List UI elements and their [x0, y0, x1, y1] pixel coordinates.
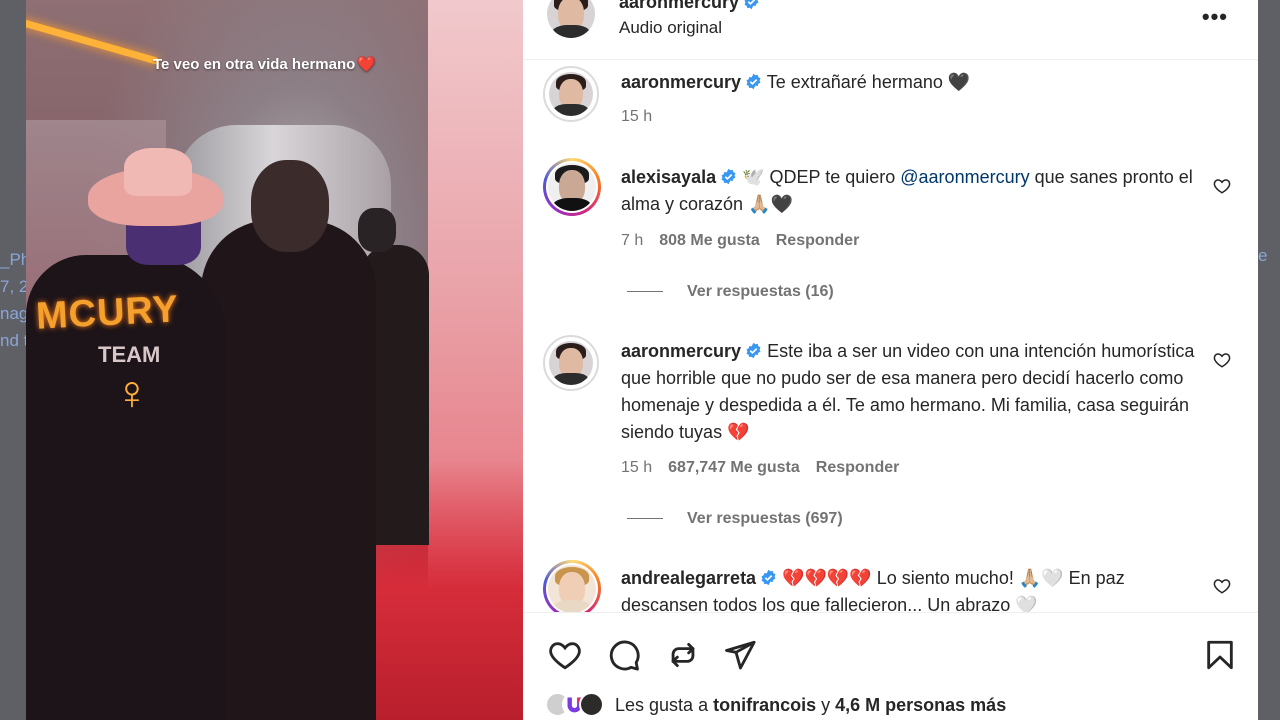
caption-comment: aaronmercury Te extrañaré hermano 🖤 15 h — [523, 66, 1258, 136]
post-actions — [523, 612, 1258, 692]
view-replies-label[interactable]: Ver respuestas (16) — [687, 283, 834, 300]
comment-username[interactable]: andrealegarreta — [621, 568, 756, 588]
scene-light — [26, 18, 160, 65]
comment-username[interactable]: aaronmercury — [621, 341, 741, 361]
likes-middle: y — [816, 695, 836, 715]
story-ring — [543, 560, 601, 612]
comment-meta: 15 h — [621, 108, 668, 126]
comment-likes[interactable]: 687,747 Me gusta — [668, 459, 800, 476]
backdrop-text: _Ph — [0, 250, 26, 269]
comment-meta: 15 h 687,747 Me gusta Responder — [621, 459, 915, 477]
comment-text: alexisayala 🕊️ QDEP te quiero @aaronmerc… — [621, 164, 1206, 218]
verified-icon — [744, 0, 759, 10]
author-username[interactable]: aaronmercury — [619, 0, 760, 13]
like-comment-heart-icon[interactable] — [1213, 577, 1231, 595]
replies-divider — [627, 518, 663, 520]
video-caption-text: Te veo en otra vida hermano — [153, 56, 356, 73]
comment-username[interactable]: alexisayala — [621, 167, 716, 187]
comment-meta: 7 h 808 Me gusta Responder — [621, 232, 875, 250]
save-bookmark-icon[interactable] — [1203, 638, 1237, 672]
post-panel: aaronmercury Audio original ••• aaronmer… — [523, 0, 1258, 720]
view-replies-button[interactable]: Ver respuestas (697) — [627, 510, 843, 528]
avatar-ring — [543, 66, 599, 122]
comment-item: alexisayala 🕊️ QDEP te quiero @aaronmerc… — [523, 158, 1258, 308]
comment-likes[interactable]: 808 Me gusta — [659, 232, 759, 249]
person-figure — [201, 220, 376, 720]
like-heart-icon[interactable] — [548, 638, 582, 672]
story-ring — [543, 158, 601, 216]
comment-item: aaronmercury Este iba a ser un video con… — [523, 335, 1258, 535]
comment-username[interactable]: aaronmercury — [621, 72, 741, 92]
post-header: aaronmercury Audio original ••• — [523, 0, 1258, 60]
commenter-avatar[interactable] — [548, 565, 596, 612]
video-caption: Te veo en otra vida hermano ❤️ — [153, 55, 376, 73]
replies-divider — [627, 291, 663, 293]
heart-emoji: ❤️ — [357, 56, 376, 73]
reply-button[interactable]: Responder — [816, 459, 900, 476]
backdrop-text: e — [1258, 246, 1268, 265]
comment-time[interactable]: 7 h — [621, 232, 643, 249]
author-avatar[interactable] — [547, 0, 595, 38]
comment-body: Te extrañaré hermano 🖤 — [766, 72, 971, 92]
venus-symbol: ♀ — [114, 367, 150, 420]
liker-avatar[interactable] — [579, 692, 604, 717]
jacket-print: MCURY — [34, 288, 180, 338]
repost-icon[interactable] — [666, 638, 700, 672]
backdrop-text: nd t — [0, 331, 26, 350]
share-send-icon[interactable] — [723, 638, 757, 672]
view-replies-button[interactable]: Ver respuestas (16) — [627, 283, 834, 301]
verified-icon — [761, 569, 776, 586]
comment-body: 🕊️ QDEP te quiero — [742, 167, 901, 187]
likes-text: Les gusta a tonifrancois y 4,6 M persona… — [615, 695, 1006, 715]
comment-text: andrealegarreta 💔💔💔💔 Lo siento mucho! 🙏🏼… — [621, 565, 1206, 612]
backdrop-text: nag — [0, 304, 26, 323]
comment-text: aaronmercury Te extrañaré hermano 🖤 — [621, 69, 1206, 96]
person-head — [251, 160, 329, 252]
mention-link[interactable]: @aaronmercury — [900, 167, 1029, 187]
reply-button[interactable]: Responder — [776, 232, 860, 249]
backdrop-gutter: e — [1258, 0, 1280, 720]
cowboy-hat-crown — [124, 148, 192, 196]
likes-summary: Les gusta a tonifrancois y 4,6 M persona… — [545, 692, 1006, 720]
person-head — [358, 208, 396, 252]
backdrop-text: 7, 2 — [0, 277, 26, 296]
liker-username[interactable]: tonifrancois — [713, 695, 816, 715]
jacket-team-print: TEAM — [98, 342, 161, 367]
comment-time[interactable]: 15 h — [621, 108, 652, 125]
author-username-text[interactable]: aaronmercury — [619, 0, 739, 12]
comment-item: andrealegarreta 💔💔💔💔 Lo siento mucho! 🙏🏼… — [523, 558, 1258, 612]
verified-icon — [746, 73, 761, 90]
likes-prefix: Les gusta a — [615, 695, 714, 715]
reel-video[interactable]: MCURY TEAM ♀ Te veo en otra vida hermano… — [26, 0, 523, 720]
verified-icon — [721, 168, 736, 185]
view-replies-label[interactable]: Ver respuestas (697) — [687, 510, 843, 527]
comment-text: aaronmercury Este iba a ser un video con… — [621, 338, 1206, 446]
like-comment-heart-icon[interactable] — [1213, 351, 1231, 369]
avatar-ring — [543, 335, 599, 391]
commenter-avatar[interactable] — [549, 72, 593, 116]
likes-count-link[interactable]: 4,6 M personas más — [835, 695, 1006, 715]
more-options-icon[interactable]: ••• — [1202, 4, 1228, 30]
like-comment-heart-icon[interactable] — [1213, 177, 1231, 195]
comment-time[interactable]: 15 h — [621, 459, 652, 476]
commenter-avatar[interactable] — [548, 163, 596, 211]
comment-bubble-icon[interactable] — [607, 638, 641, 672]
verified-icon — [746, 342, 761, 359]
audio-label[interactable]: Audio original — [619, 18, 722, 38]
commenter-avatar[interactable] — [549, 341, 593, 385]
